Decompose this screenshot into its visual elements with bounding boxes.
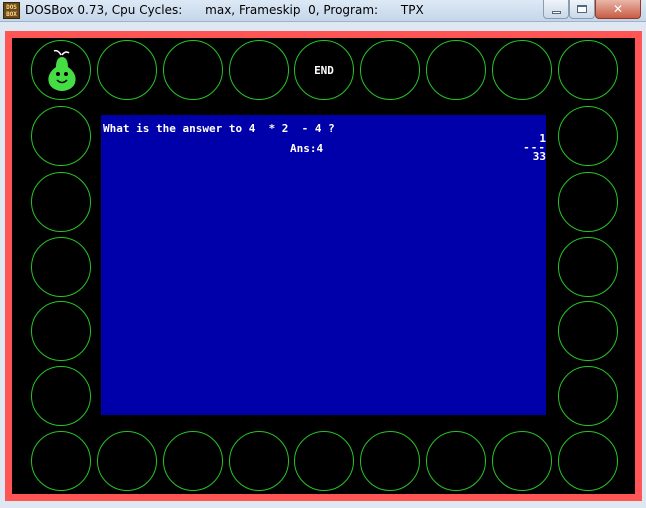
- question-text: What is the answer to 4 * 2 - 4 ?: [103, 122, 335, 135]
- board-cell: [97, 40, 157, 100]
- board-cell: [31, 431, 91, 491]
- board-cell: [426, 431, 486, 491]
- minimize-button[interactable]: [543, 0, 569, 19]
- board-cell: [97, 431, 157, 491]
- board-cell: [558, 172, 618, 232]
- board-cell: [163, 431, 223, 491]
- board-cell: [31, 172, 91, 232]
- board-cell-start: [31, 40, 91, 100]
- maximize-button[interactable]: [569, 0, 595, 19]
- board-cell: [558, 301, 618, 361]
- board-cell: [492, 40, 552, 100]
- board-cell: [229, 40, 289, 100]
- dosbox-icon: DOS BOX: [3, 2, 20, 19]
- board-cell: [31, 106, 91, 166]
- end-label: END: [314, 63, 334, 77]
- board-cell: [558, 366, 618, 426]
- minimize-icon: [551, 11, 561, 14]
- board-cell: [558, 237, 618, 297]
- board-cell: [426, 40, 486, 100]
- board-cell: [360, 431, 420, 491]
- board-cell: [492, 431, 552, 491]
- board-cell: [558, 431, 618, 491]
- board-cell: [558, 40, 618, 100]
- question-progress: 1 --- 33: [522, 133, 546, 163]
- board-cell: [360, 40, 420, 100]
- answer-input[interactable]: Ans:4: [290, 142, 323, 155]
- pear-token-icon: [48, 49, 76, 91]
- maximize-icon: [577, 5, 587, 13]
- board-cell: [163, 40, 223, 100]
- board-cell: [558, 106, 618, 166]
- question-panel: What is the answer to 4 * 2 - 4 ? Ans:4 …: [101, 115, 546, 415]
- board-cell: [31, 366, 91, 426]
- board-cell-end: END: [294, 40, 354, 100]
- board-cell: [294, 431, 354, 491]
- board-cell: [31, 301, 91, 361]
- close-icon: ✕: [612, 2, 624, 16]
- board-cell: [229, 431, 289, 491]
- window-titlebar[interactable]: DOS BOX DOSBox 0.73, Cpu Cycles: max, Fr…: [0, 0, 646, 22]
- window-title: DOSBox 0.73, Cpu Cycles: max, Frameskip …: [25, 3, 424, 17]
- board-cell: [31, 237, 91, 297]
- close-button[interactable]: ✕: [595, 0, 641, 19]
